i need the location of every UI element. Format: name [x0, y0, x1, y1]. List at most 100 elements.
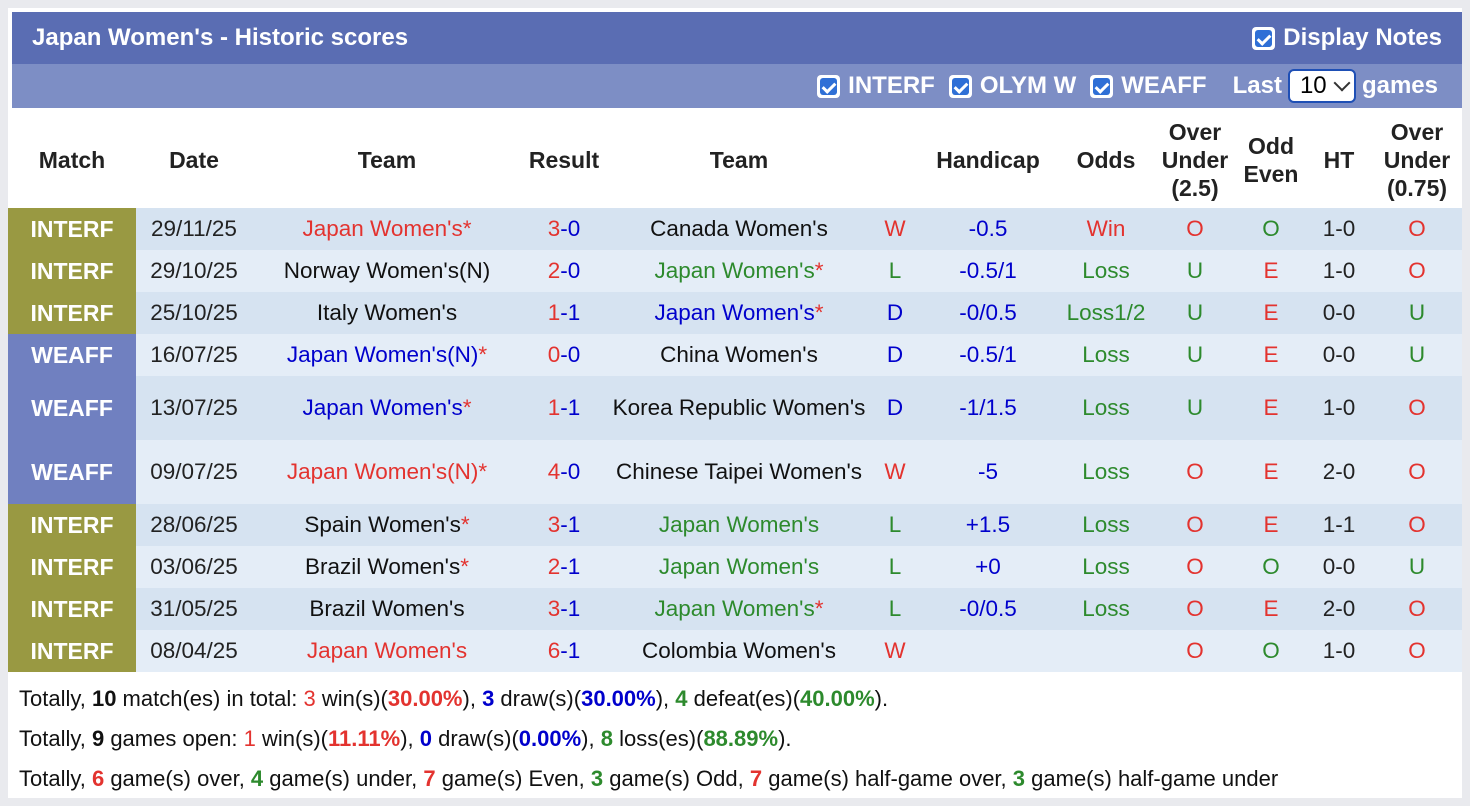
col-handicap: Handicap	[936, 147, 1040, 173]
filter-weaff[interactable]: WEAFF	[1090, 72, 1207, 100]
away-team-cell[interactable]: Japan Women's*	[606, 588, 872, 630]
competition-cell[interactable]: INTERF	[8, 504, 136, 546]
over-under-cell: O	[1186, 216, 1204, 241]
home-star: *	[460, 512, 470, 537]
away-team-cell[interactable]: Japan Women's	[606, 546, 872, 588]
home-team-cell[interactable]: Italy Women's	[252, 292, 522, 334]
competition-cell[interactable]: WEAFF	[8, 334, 136, 376]
away-team-cell[interactable]: Korea Republic Women's	[606, 376, 872, 440]
ht-score-cell: 0-0	[1322, 342, 1356, 367]
home-team-name[interactable]: Brazil Women's	[309, 596, 464, 621]
away-team-cell[interactable]: China Women's	[606, 334, 872, 376]
result-cell[interactable]: 1-1	[522, 376, 606, 440]
table-row: INTERF 29/10/25 Norway Women's(N) 2-0 Japan …	[8, 250, 1462, 292]
home-team-name[interactable]: Japan Women's(N)	[287, 459, 478, 484]
over-under-cell: O	[1186, 596, 1204, 621]
away-team-name[interactable]: Japan Women's	[659, 512, 819, 537]
col-match: Match	[38, 147, 106, 173]
handicap-cell: +0	[975, 554, 1001, 579]
summary-wins: 3	[303, 686, 316, 711]
home-team-cell[interactable]: Norway Women's(N)	[252, 250, 522, 292]
odds-result-cell: Loss	[1082, 554, 1130, 579]
away-team-name[interactable]: Japan Women's	[655, 596, 815, 621]
away-team-cell[interactable]: Japan Women's*	[606, 250, 872, 292]
competition-cell[interactable]: WEAFF	[8, 440, 136, 504]
over-under-cell: O	[1186, 512, 1204, 537]
competition-cell[interactable]: WEAFF	[8, 376, 136, 440]
ht-score-cell: 0-0	[1322, 554, 1356, 579]
summary-line-open: Totally, 9 games open: 1 win(s)(11.11%),…	[19, 726, 792, 752]
filter-interf[interactable]: INTERF	[817, 72, 935, 100]
wld-cell: W	[884, 216, 906, 241]
competition-cell[interactable]: INTERF	[8, 250, 136, 292]
summary-half-over: 7	[749, 766, 763, 791]
away-team-name[interactable]: Japan Women's	[655, 258, 815, 283]
ht-score-cell: 2-0	[1322, 459, 1356, 484]
result-home: 6	[547, 638, 561, 663]
summary-open-draws: 0	[419, 726, 432, 751]
col-over-under-ht: Over Under (0.75)	[1383, 119, 1451, 201]
result-cell[interactable]: 0-0	[522, 334, 606, 376]
home-team-name[interactable]: Japan Women's	[303, 216, 463, 241]
away-team-name[interactable]: China Women's	[660, 342, 818, 367]
filter-olym-w-checkbox[interactable]	[948, 74, 972, 98]
date-cell: 25/10/25	[150, 300, 238, 325]
display-notes-toggle[interactable]: Display Notes	[1252, 24, 1442, 52]
away-team-name[interactable]: Chinese Taipei Women's	[616, 459, 862, 484]
panel-title: Japan Women's - Historic scores	[32, 24, 409, 51]
result-cell[interactable]: 3-0	[522, 208, 606, 250]
away-team-name[interactable]: Japan Women's	[655, 300, 815, 325]
home-team-cell[interactable]: Japan Women's*	[252, 376, 522, 440]
competition-cell[interactable]: INTERF	[8, 630, 136, 672]
home-team-cell[interactable]: Brazil Women's*	[252, 546, 522, 588]
filter-olym-w[interactable]: OLYM W	[948, 72, 1076, 100]
home-team-name[interactable]: Japan Women's	[307, 638, 467, 663]
away-team-name[interactable]: Korea Republic Women's	[613, 395, 866, 420]
competition-cell[interactable]: INTERF	[8, 588, 136, 630]
away-team-name[interactable]: Japan Women's	[659, 554, 819, 579]
filter-interf-label: INTERF	[848, 72, 935, 99]
wld-cell: L	[888, 512, 902, 537]
home-team-cell[interactable]: Japan Women's(N)*	[252, 440, 522, 504]
odds-result-cell: Loss	[1082, 395, 1130, 420]
away-team-name[interactable]: Canada Women's	[650, 216, 828, 241]
filter-weaff-checkbox[interactable]	[1090, 74, 1114, 98]
away-team-cell[interactable]: Chinese Taipei Women's	[606, 440, 872, 504]
away-team-cell[interactable]: Japan Women's*	[606, 292, 872, 334]
summary-defeat-pct: 40.00%	[800, 686, 875, 711]
wld-cell: L	[888, 258, 902, 283]
summary-text: game(s) under,	[263, 766, 424, 791]
home-team-name[interactable]: Italy Women's	[317, 300, 457, 325]
result-cell[interactable]: 3-1	[522, 588, 606, 630]
home-team-cell[interactable]: Japan Women's	[252, 630, 522, 672]
result-cell[interactable]: 1-1	[522, 292, 606, 334]
result-cell[interactable]: 6-1	[522, 630, 606, 672]
competition-cell[interactable]: INTERF	[8, 208, 136, 250]
home-team-name[interactable]: Japan Women's	[303, 395, 463, 420]
result-cell[interactable]: 2-1	[522, 546, 606, 588]
result-away: 1	[567, 512, 581, 537]
home-team-name[interactable]: Norway Women's(N)	[284, 258, 490, 283]
result-home: 3	[547, 216, 561, 241]
last-games-select[interactable]: 10	[1287, 69, 1356, 103]
home-team-name[interactable]: Spain Women's	[304, 512, 460, 537]
competition-cell[interactable]: INTERF	[8, 546, 136, 588]
filter-interf-checkbox[interactable]	[817, 74, 841, 98]
away-team-cell[interactable]: Canada Women's	[606, 208, 872, 250]
home-team-name[interactable]: Japan Women's(N)	[287, 342, 478, 367]
competition-cell[interactable]: INTERF	[8, 292, 136, 334]
summary-text: game(s) over,	[104, 766, 251, 791]
home-team-cell[interactable]: Brazil Women's	[252, 588, 522, 630]
home-team-cell[interactable]: Japan Women's*	[252, 208, 522, 250]
summary-text: draw(s)(	[494, 686, 582, 711]
away-team-name[interactable]: Colombia Women's	[642, 638, 836, 663]
home-team-name[interactable]: Brazil Women's	[305, 554, 460, 579]
home-team-cell[interactable]: Japan Women's(N)*	[252, 334, 522, 376]
away-team-cell[interactable]: Colombia Women's	[606, 630, 872, 672]
away-team-cell[interactable]: Japan Women's	[606, 504, 872, 546]
result-cell[interactable]: 3-1	[522, 504, 606, 546]
home-team-cell[interactable]: Spain Women's*	[252, 504, 522, 546]
result-cell[interactable]: 2-0	[522, 250, 606, 292]
display-notes-checkbox[interactable]	[1252, 26, 1276, 50]
result-cell[interactable]: 4-0	[522, 440, 606, 504]
